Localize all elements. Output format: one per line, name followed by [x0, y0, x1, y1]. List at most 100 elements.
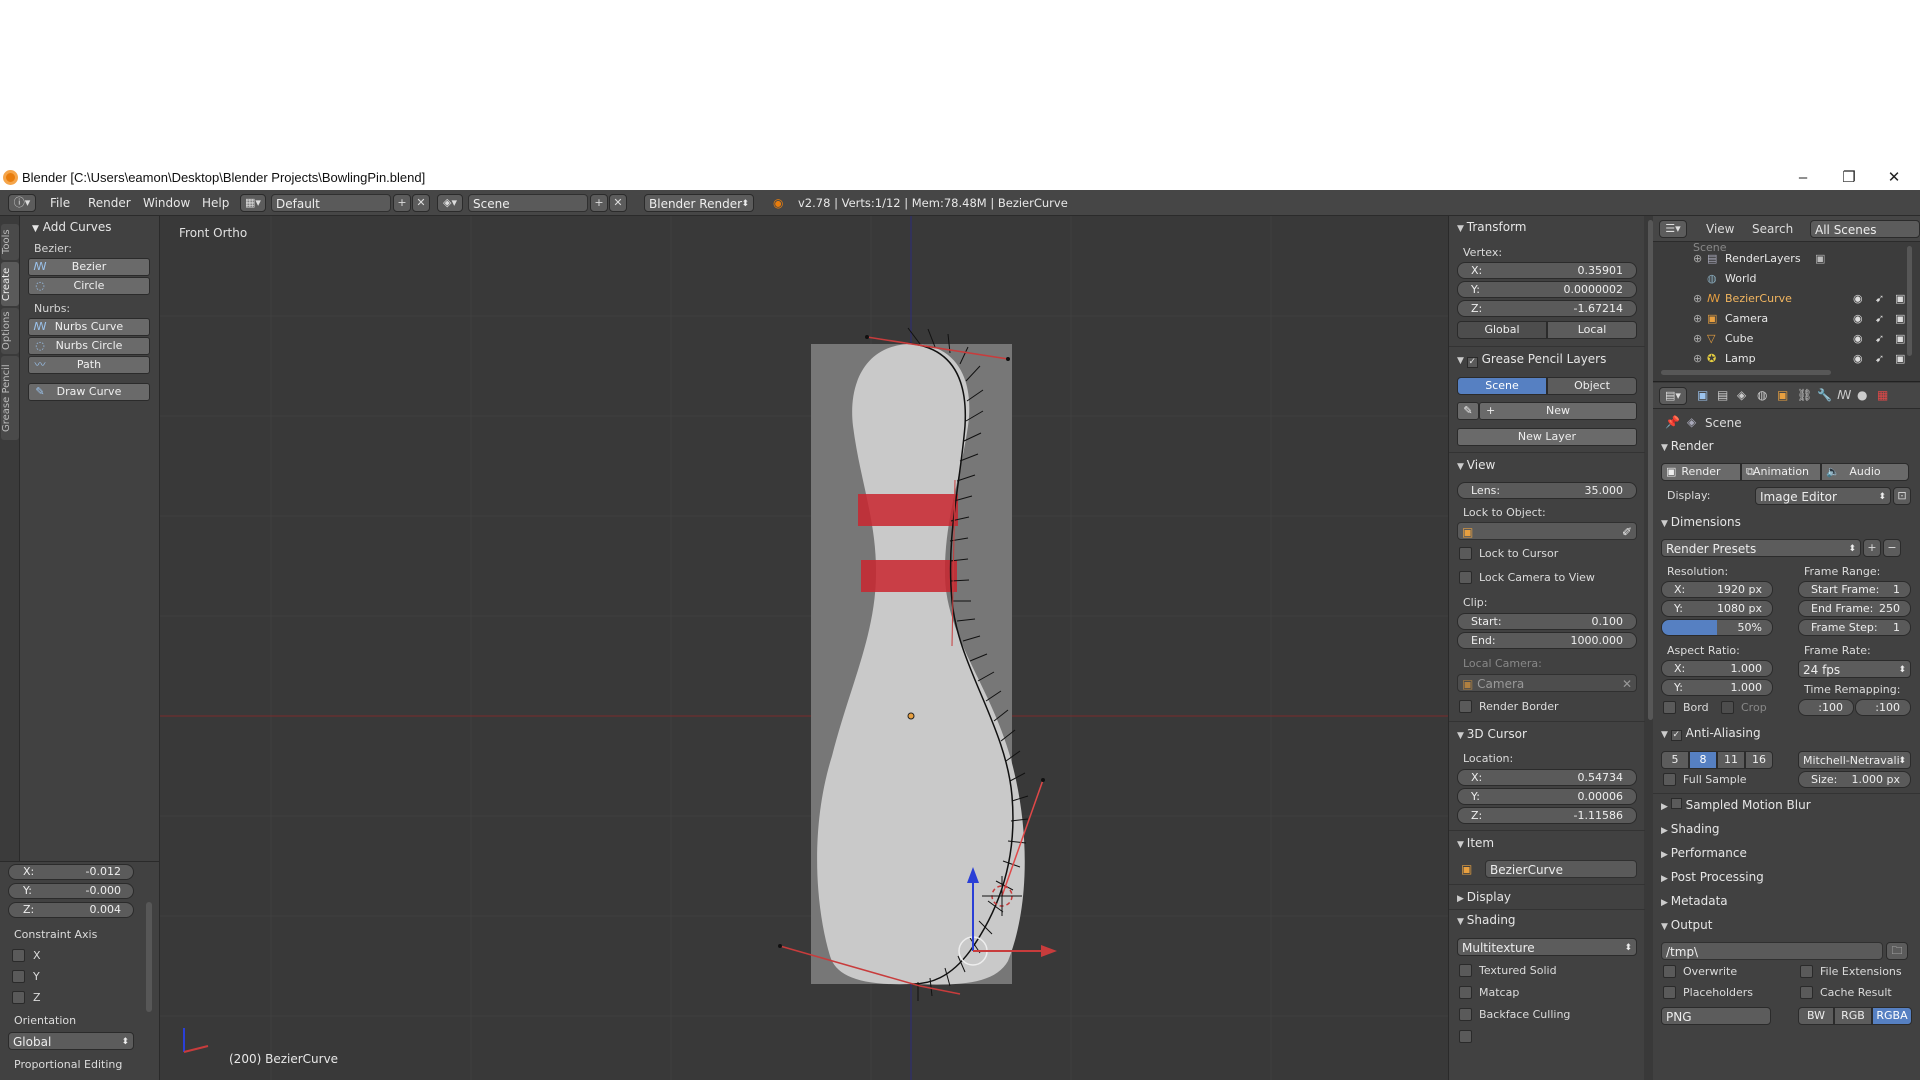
- 3d-viewport[interactable]: Front Ortho (200) BezierCurve: [160, 216, 1448, 1080]
- color-bw[interactable]: BW: [1798, 1007, 1834, 1025]
- eye-icon[interactable]: ◉: [1853, 349, 1863, 369]
- grease-pencil-checkbox[interactable]: ✓: [1466, 357, 1478, 368]
- outliner-view-menu[interactable]: View: [1706, 222, 1734, 236]
- pencil-icon[interactable]: ✎: [1457, 402, 1479, 420]
- animation-button[interactable]: ⧉ Animation: [1741, 463, 1821, 481]
- cache-result-checkbox[interactable]: [1800, 986, 1813, 999]
- border-checkbox[interactable]: [1663, 701, 1676, 714]
- lock-object-field[interactable]: ▣ ✐: [1457, 522, 1637, 540]
- add-nurbs-curve-button[interactable]: ꟿ Nurbs Curve: [28, 318, 150, 336]
- render-camera-icon[interactable]: ▣: [1895, 289, 1905, 309]
- outliner-row-beziercurve[interactable]: ⊕ ꟿ BezierCurve ◉ ➹ ▣: [1653, 289, 1920, 309]
- vertex-x-field[interactable]: X: 0.35901: [1457, 262, 1637, 279]
- frame-rate-select[interactable]: 24 fps ⬍: [1798, 660, 1911, 678]
- outliner-row-world[interactable]: ◍ World: [1653, 269, 1920, 289]
- render-camera-icon[interactable]: ▣: [1895, 309, 1905, 329]
- end-frame-field[interactable]: End Frame: 250: [1798, 600, 1911, 617]
- anti-aliasing-header[interactable]: ✓ Anti-Aliasing: [1661, 726, 1761, 741]
- lens-field[interactable]: Lens: 35.000: [1457, 482, 1637, 499]
- delete-layout-icon[interactable]: ✕: [412, 194, 430, 212]
- render-border-checkbox[interactable]: [1459, 700, 1472, 713]
- add-circle-button[interactable]: ◌ Circle: [28, 277, 150, 295]
- outliner-editor-icon[interactable]: ☰▾: [1659, 220, 1687, 238]
- output-path-field[interactable]: /tmp\: [1661, 942, 1883, 960]
- scene-field[interactable]: Scene: [468, 194, 588, 212]
- file-format-select[interactable]: PNG: [1661, 1007, 1771, 1025]
- aspect-x-field[interactable]: X: 1.000: [1661, 660, 1773, 677]
- eye-icon[interactable]: ◉: [1853, 329, 1863, 349]
- redo-scrollbar[interactable]: [146, 902, 152, 1012]
- constraint-y-checkbox[interactable]: [12, 970, 25, 983]
- expand-icon[interactable]: ⊕: [1693, 249, 1702, 269]
- gp-object-toggle[interactable]: Object: [1547, 377, 1637, 395]
- shading-option-checkbox[interactable]: [1459, 1030, 1472, 1043]
- cursor-select-icon[interactable]: ➹: [1875, 309, 1884, 329]
- add-nurbs-circle-button[interactable]: ◌ Nurbs Circle: [28, 337, 150, 355]
- clip-end-field[interactable]: End: 1000.000: [1457, 632, 1637, 649]
- global-toggle[interactable]: Global: [1457, 321, 1547, 339]
- folder-icon[interactable]: 🗀: [1886, 942, 1908, 960]
- expand-icon[interactable]: ⊕: [1693, 289, 1702, 309]
- render-display-select[interactable]: Image Editor ⬍: [1755, 487, 1891, 505]
- texture-tab-icon[interactable]: ▦: [1877, 388, 1888, 402]
- vertex-z-field[interactable]: Z: -1.67214: [1457, 300, 1637, 317]
- menu-file[interactable]: File: [50, 196, 70, 210]
- constraint-z-checkbox[interactable]: [12, 991, 25, 1004]
- layout-field[interactable]: Default: [271, 194, 391, 212]
- menu-render[interactable]: Render: [88, 196, 131, 210]
- placeholders-checkbox[interactable]: [1663, 986, 1676, 999]
- eye-icon[interactable]: ◉: [1853, 309, 1863, 329]
- metadata-header[interactable]: Metadata: [1661, 894, 1728, 908]
- add-layout-icon[interactable]: +: [393, 194, 411, 212]
- dimensions-header[interactable]: Dimensions: [1661, 515, 1741, 529]
- minimize-icon[interactable]: –: [1783, 167, 1823, 189]
- scene-tab-icon[interactable]: ◈: [1737, 388, 1746, 402]
- outliner-row-lamp[interactable]: ⊕ ✪ Lamp ◉ ➹ ▣: [1653, 349, 1920, 369]
- draw-curve-button[interactable]: ✎ Draw Curve: [28, 383, 150, 401]
- redo-y-field[interactable]: Y: -0.000: [8, 883, 134, 899]
- redo-x-field[interactable]: X: -0.012: [8, 864, 134, 880]
- constraint-x-checkbox[interactable]: [12, 949, 25, 962]
- outliner-row-cube[interactable]: ⊕ ▽ Cube ◉ ➹ ▣: [1653, 329, 1920, 349]
- view-header[interactable]: View: [1457, 458, 1495, 472]
- gp-new-button[interactable]: + New: [1479, 402, 1637, 420]
- expand-icon[interactable]: ⊕: [1693, 309, 1702, 329]
- render-presets-select[interactable]: Render Presets ⬍: [1661, 539, 1861, 557]
- post-processing-header[interactable]: Post Processing: [1661, 870, 1764, 884]
- frame-step-field[interactable]: Frame Step: 1: [1798, 619, 1911, 636]
- clip-start-field[interactable]: Start: 0.100: [1457, 613, 1637, 630]
- grease-pencil-header[interactable]: ✓ Grease Pencil Layers: [1457, 352, 1606, 368]
- outliner-row-renderlayers[interactable]: ⊕ ▤ RenderLayers ▣: [1653, 249, 1920, 269]
- render-layers-tab-icon[interactable]: ▤: [1717, 388, 1728, 402]
- render-tab-icon[interactable]: ▣: [1697, 388, 1708, 402]
- close-icon[interactable]: ✕: [1874, 167, 1914, 189]
- tab-options[interactable]: Options: [1, 308, 19, 354]
- new-layer-button[interactable]: New Layer: [1457, 428, 1637, 446]
- lock-camera-checkbox[interactable]: [1459, 571, 1472, 584]
- vertex-y-field[interactable]: Y: 0.0000002: [1457, 281, 1637, 298]
- outliner-vscrollbar[interactable]: [1907, 246, 1912, 356]
- editor-type-icon[interactable]: ⓘ▾: [8, 194, 36, 212]
- orientation-select[interactable]: Global ⬍: [8, 1032, 134, 1050]
- shading-section-header[interactable]: Shading: [1661, 822, 1720, 836]
- cursor-select-icon[interactable]: ➹: [1875, 289, 1884, 309]
- aspect-y-field[interactable]: Y: 1.000: [1661, 679, 1773, 696]
- overwrite-checkbox[interactable]: [1663, 965, 1676, 978]
- delete-scene-icon[interactable]: ✕: [609, 194, 627, 212]
- material-tab-icon[interactable]: ●: [1857, 388, 1867, 402]
- add-bezier-button[interactable]: ꟿ Bezier: [28, 258, 150, 276]
- full-sample-checkbox[interactable]: [1663, 773, 1676, 786]
- local-camera-field[interactable]: ▣ Camera ✕: [1457, 674, 1637, 692]
- menu-help[interactable]: Help: [202, 196, 229, 210]
- aa-filter-select[interactable]: Mitchell-Netravali ⬍: [1798, 751, 1911, 769]
- crop-checkbox[interactable]: [1721, 701, 1734, 714]
- clear-icon[interactable]: ✕: [1622, 675, 1632, 693]
- menu-window[interactable]: Window: [143, 196, 190, 210]
- textured-solid-checkbox[interactable]: [1459, 964, 1472, 977]
- scene-icon[interactable]: ◈▾: [437, 194, 463, 212]
- shading-header[interactable]: Shading: [1457, 913, 1516, 927]
- cursor-z-field[interactable]: Z: -1.11586: [1457, 807, 1637, 824]
- render-camera-icon[interactable]: ▣: [1895, 349, 1905, 369]
- outliner-filter-select[interactable]: All Scenes: [1810, 220, 1920, 238]
- transform-header[interactable]: Transform: [1457, 220, 1527, 234]
